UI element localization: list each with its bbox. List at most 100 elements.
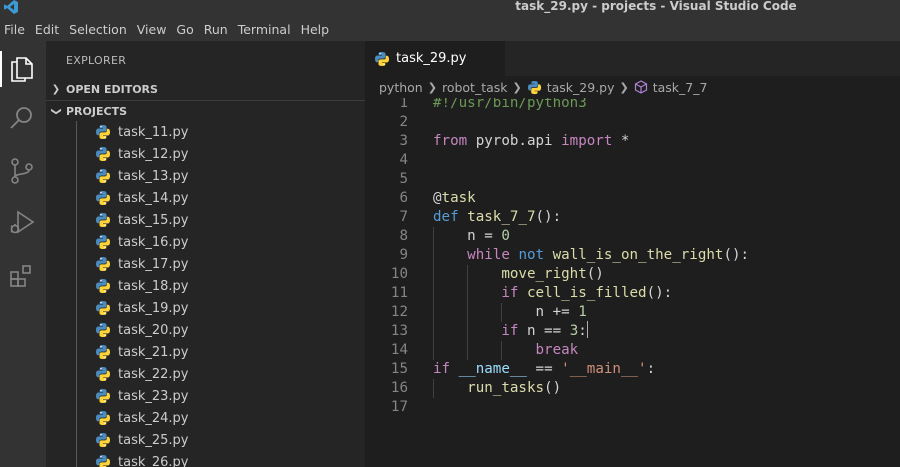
code-line[interactable]: 10 move_right() [365,265,900,284]
extensions-icon[interactable] [7,261,37,291]
python-file-icon [527,80,541,94]
tree-indent-guide [76,385,77,407]
breadcrumb-folder-python[interactable]: python [379,80,423,95]
file-item[interactable]: task_19.py [46,297,365,319]
code-text: #!/usr/bin/python3 [433,98,587,111]
menu-file[interactable]: File [0,19,30,41]
open-editors-section[interactable]: ❯ OPEN EDITORS [46,78,365,100]
code-line[interactable]: 14 break [365,341,900,360]
menu-selection[interactable]: Selection [64,19,132,41]
code-line[interactable]: 4 [365,151,900,170]
source-control-icon[interactable] [7,156,37,186]
python-file-icon [96,367,110,381]
code-line[interactable]: 9 while not wall_is_on_the_right(): [365,246,900,265]
python-file-icon [96,411,110,425]
file-item[interactable]: task_26.py [46,451,365,467]
explorer-sidebar: EXPLORER ❯ OPEN EDITORS ❯ PROJECTS task_… [46,41,365,467]
code-line[interactable]: 6 @task [365,189,900,208]
file-item[interactable]: task_16.py [46,231,365,253]
file-item[interactable]: task_14.py [46,187,365,209]
code-line[interactable]: 8 n = 0 [365,227,900,246]
open-editors-label: OPEN EDITORS [66,82,158,96]
code-line[interactable]: 16 run_tasks() [365,379,900,398]
code-line[interactable]: 13 if n == 3: [365,321,900,341]
chevron-right-icon: ❯ [619,80,629,94]
file-item[interactable]: task_20.py [46,319,365,341]
chevron-right-icon: ❯ [427,80,437,94]
file-item[interactable]: task_22.py [46,363,365,385]
python-file-icon [96,301,110,315]
line-number: 3 [399,133,408,149]
python-file-icon [96,125,110,139]
file-item[interactable]: task_11.py [46,121,365,143]
python-file-icon [96,257,110,271]
file-item[interactable]: task_24.py [46,407,365,429]
file-item[interactable]: task_13.py [46,165,365,187]
line-number: 5 [399,171,408,187]
code-line[interactable]: 11 if cell_is_filled(): [365,284,900,303]
tree-indent-guide [76,297,77,319]
tree-indent-guide [76,187,77,209]
breadcrumb-symbol[interactable]: task_7_7 [653,80,708,95]
breadcrumb-file[interactable]: task_29.py [547,80,615,95]
tab-label: task_29.py [396,51,467,66]
file-item[interactable]: task_23.py [46,385,365,407]
code-text: run_tasks() [467,380,562,396]
tab-task-29[interactable]: task_29.py [365,41,505,76]
file-item[interactable]: task_21.py [46,341,365,363]
line-number: 12 [390,304,408,320]
code-line[interactable]: 7 def task_7_7(): [365,208,900,227]
tree-indent-guide [76,253,77,275]
menu-terminal[interactable]: Terminal [233,19,296,41]
code-text: move_right() [501,266,604,282]
tree-indent-guide [76,121,77,143]
tree-indent-guide [76,429,77,451]
menu-run[interactable]: Run [199,19,233,41]
python-file-icon [96,433,110,447]
file-item[interactable]: task_12.py [46,143,365,165]
file-item[interactable]: task_15.py [46,209,365,231]
breadcrumb-folder-robot-task[interactable]: robot_task [442,80,508,95]
line-number: 4 [399,152,408,168]
code-line[interactable]: 1 #!/usr/bin/python3 [365,98,900,113]
code-line[interactable]: 2 [365,113,900,132]
python-file-icon [96,147,110,161]
code-text: if __name__ == '__main__': [433,361,656,377]
tree-indent-guide [76,341,77,363]
search-icon[interactable] [7,103,37,133]
tree-indent-guide [76,319,77,341]
code-line[interactable]: 3 from pyrob.api import * [365,132,900,151]
code-line[interactable]: 15 if __name__ == '__main__': [365,360,900,379]
file-name: task_19.py [118,300,189,316]
menu-edit[interactable]: Edit [30,19,64,41]
menu-help[interactable]: Help [296,19,335,41]
file-name: task_13.py [118,168,189,184]
file-item[interactable]: task_25.py [46,429,365,451]
code-editor[interactable]: 1 #!/usr/bin/python3 2 3 from pyrob.api impo… [365,98,900,467]
code-text: from pyrob.api import * [433,133,630,149]
python-file-icon [96,279,110,293]
chevron-right-icon: ❯ [512,80,522,94]
code-line[interactable]: 12 n += 1 [365,303,900,322]
activity-bar [0,41,46,467]
code-text: def task_7_7(): [433,209,562,225]
python-file-icon [96,323,110,337]
projects-section[interactable]: ❯ PROJECTS [46,100,365,122]
explorer-title: EXPLORER [66,54,127,67]
menu-go[interactable]: Go [171,19,198,41]
code-line[interactable]: 17 [365,398,900,417]
file-item[interactable]: task_17.py [46,253,365,275]
menu-view[interactable]: View [132,19,172,41]
line-number: 15 [390,361,408,377]
python-file-icon [96,213,110,227]
line-number: 10 [390,266,408,282]
editor-tab-bar: task_29.py [365,41,900,76]
files-icon[interactable] [7,53,37,83]
line-number: 16 [390,380,408,396]
python-file-icon [96,389,110,403]
tree-indent-guide [76,165,77,187]
code-text: n = 0 [433,228,510,244]
run-debug-icon[interactable] [7,207,37,237]
code-line[interactable]: 5 [365,170,900,189]
file-item[interactable]: task_18.py [46,275,365,297]
